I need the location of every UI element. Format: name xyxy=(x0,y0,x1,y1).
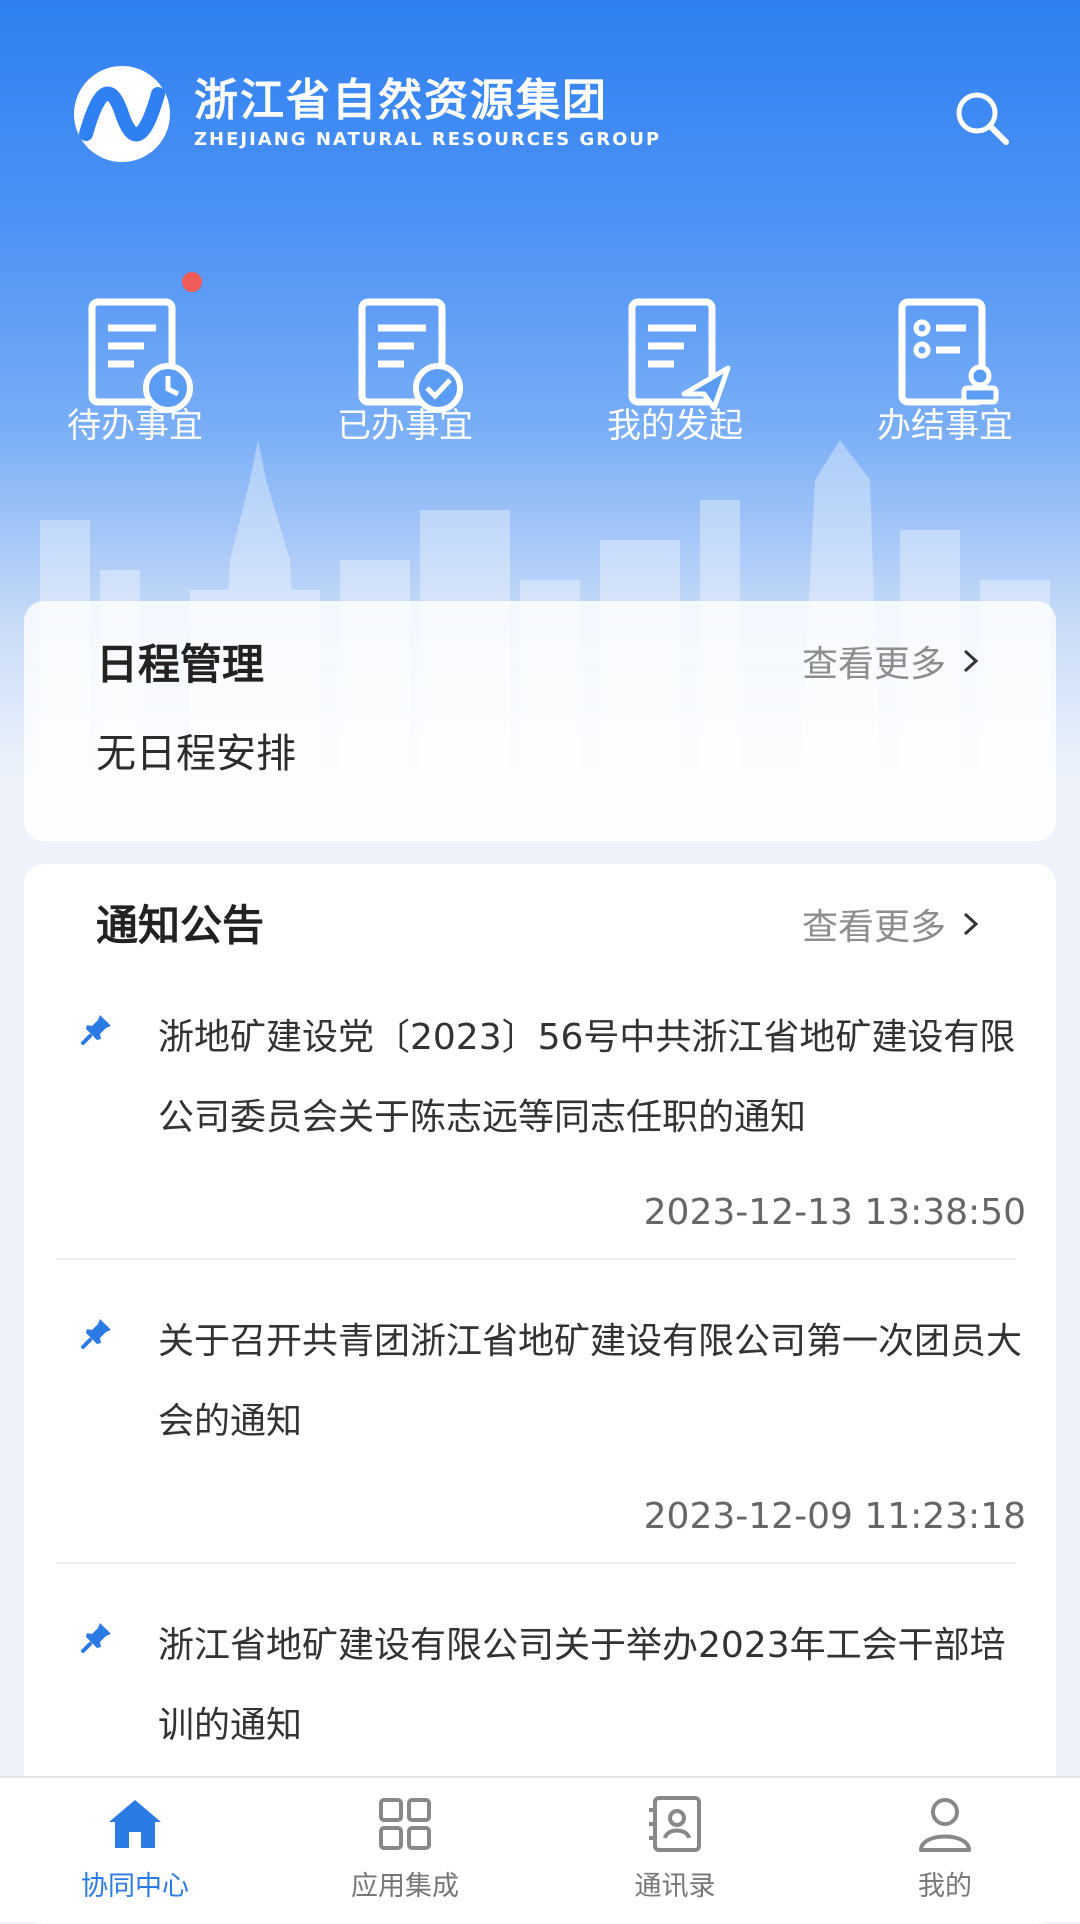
divider xyxy=(56,1258,1016,1260)
tab-collab-center[interactable]: 协同中心 xyxy=(35,1792,235,1903)
notice-title: 通知公告 xyxy=(96,901,265,950)
apps-grid-icon xyxy=(379,1798,431,1850)
brand-logo: 浙江省自然资源集团 ZHEJIANG NATURAL RESOURCES GRO… xyxy=(72,64,661,164)
notice-item-title: 浙地矿建设党〔2023〕56号中共浙江省地矿建设有限公司委员会关于陈志远等同志任… xyxy=(158,1017,1016,1138)
pin-icon xyxy=(81,1319,111,1349)
tab-contacts[interactable]: 通讯录 xyxy=(575,1792,775,1903)
tab-label: 我的 xyxy=(918,1871,972,1902)
notice-item-time: 2023-12-13 13:38:50 xyxy=(643,1192,1026,1233)
bottom-tab-bar: 协同中心 应用集成 通讯录 我的 xyxy=(0,1776,1080,1922)
quick-action-label: 已办事宜 xyxy=(337,406,473,446)
schedule-card: 日程管理 查看更多 无日程安排 xyxy=(24,601,1056,841)
tab-mine[interactable]: 我的 xyxy=(845,1792,1045,1903)
notice-item-title: 关于召开共青团浙江省地矿建设有限公司第一次团员大会的通知 xyxy=(158,1321,1023,1442)
logo-icon xyxy=(74,66,170,162)
notice-more-link[interactable]: 查看更多 xyxy=(802,898,982,950)
pin-icon xyxy=(81,1623,111,1653)
pending-doc-clock-icon xyxy=(88,298,193,413)
tab-label: 应用集成 xyxy=(351,1871,459,1902)
divider xyxy=(56,1562,1016,1564)
tab-app-integration[interactable]: 应用集成 xyxy=(305,1792,505,1903)
notice-item-title: 浙江省地矿建设有限公司关于举办2023年工会干部培训的通知 xyxy=(158,1625,1006,1746)
notice-item[interactable]: 关于召开共青团浙江省地矿建设有限公司第一次团员大会的通知 2023-12-09 … xyxy=(56,1302,1040,1562)
notice-item-time: 2023-12-09 11:23:18 xyxy=(643,1496,1026,1537)
schedule-empty-text: 无日程安排 xyxy=(96,731,296,777)
pin-icon xyxy=(81,1015,111,1045)
chevron-right-icon xyxy=(963,912,979,936)
quick-action-label: 我的发起 xyxy=(607,406,743,446)
schedule-title: 日程管理 xyxy=(96,640,265,689)
brand-name-cn: 浙江省自然资源集团 xyxy=(194,75,608,126)
user-icon xyxy=(919,1798,971,1852)
quick-action-pending[interactable]: 待办事宜 xyxy=(40,290,230,460)
quick-action-closed[interactable]: 办结事宜 xyxy=(850,290,1040,460)
notice-item[interactable]: 浙地矿建设党〔2023〕56号中共浙江省地矿建设有限公司委员会关于陈志远等同志任… xyxy=(56,998,1040,1278)
home-icon xyxy=(109,1800,161,1848)
initiated-doc-send-icon xyxy=(628,298,731,411)
more-link-label: 查看更多 xyxy=(801,644,946,685)
notice-card: 通知公告 查看更多 浙地矿建设党〔2023〕56号中共浙江省地矿建设有限公司委员… xyxy=(24,864,1056,1924)
schedule-more-link[interactable]: 查看更多 xyxy=(802,635,982,687)
contacts-icon xyxy=(649,1796,701,1852)
search-icon[interactable] xyxy=(952,88,1012,148)
quick-action-label: 待办事宜 xyxy=(67,406,203,446)
chevron-right-icon xyxy=(963,649,979,673)
closed-doc-stamp-icon xyxy=(898,298,999,406)
tab-label: 协同中心 xyxy=(81,1871,189,1902)
quick-action-done[interactable]: 已办事宜 xyxy=(310,290,500,460)
more-link-label: 查看更多 xyxy=(801,907,946,948)
quick-action-label: 办结事宜 xyxy=(877,406,1013,446)
quick-action-initiated[interactable]: 我的发起 xyxy=(580,290,770,460)
notification-badge xyxy=(182,272,202,292)
tab-label: 通讯录 xyxy=(634,1871,716,1902)
done-doc-check-icon xyxy=(358,298,463,413)
brand-name-en: ZHEJIANG NATURAL RESOURCES GROUP xyxy=(194,129,662,150)
